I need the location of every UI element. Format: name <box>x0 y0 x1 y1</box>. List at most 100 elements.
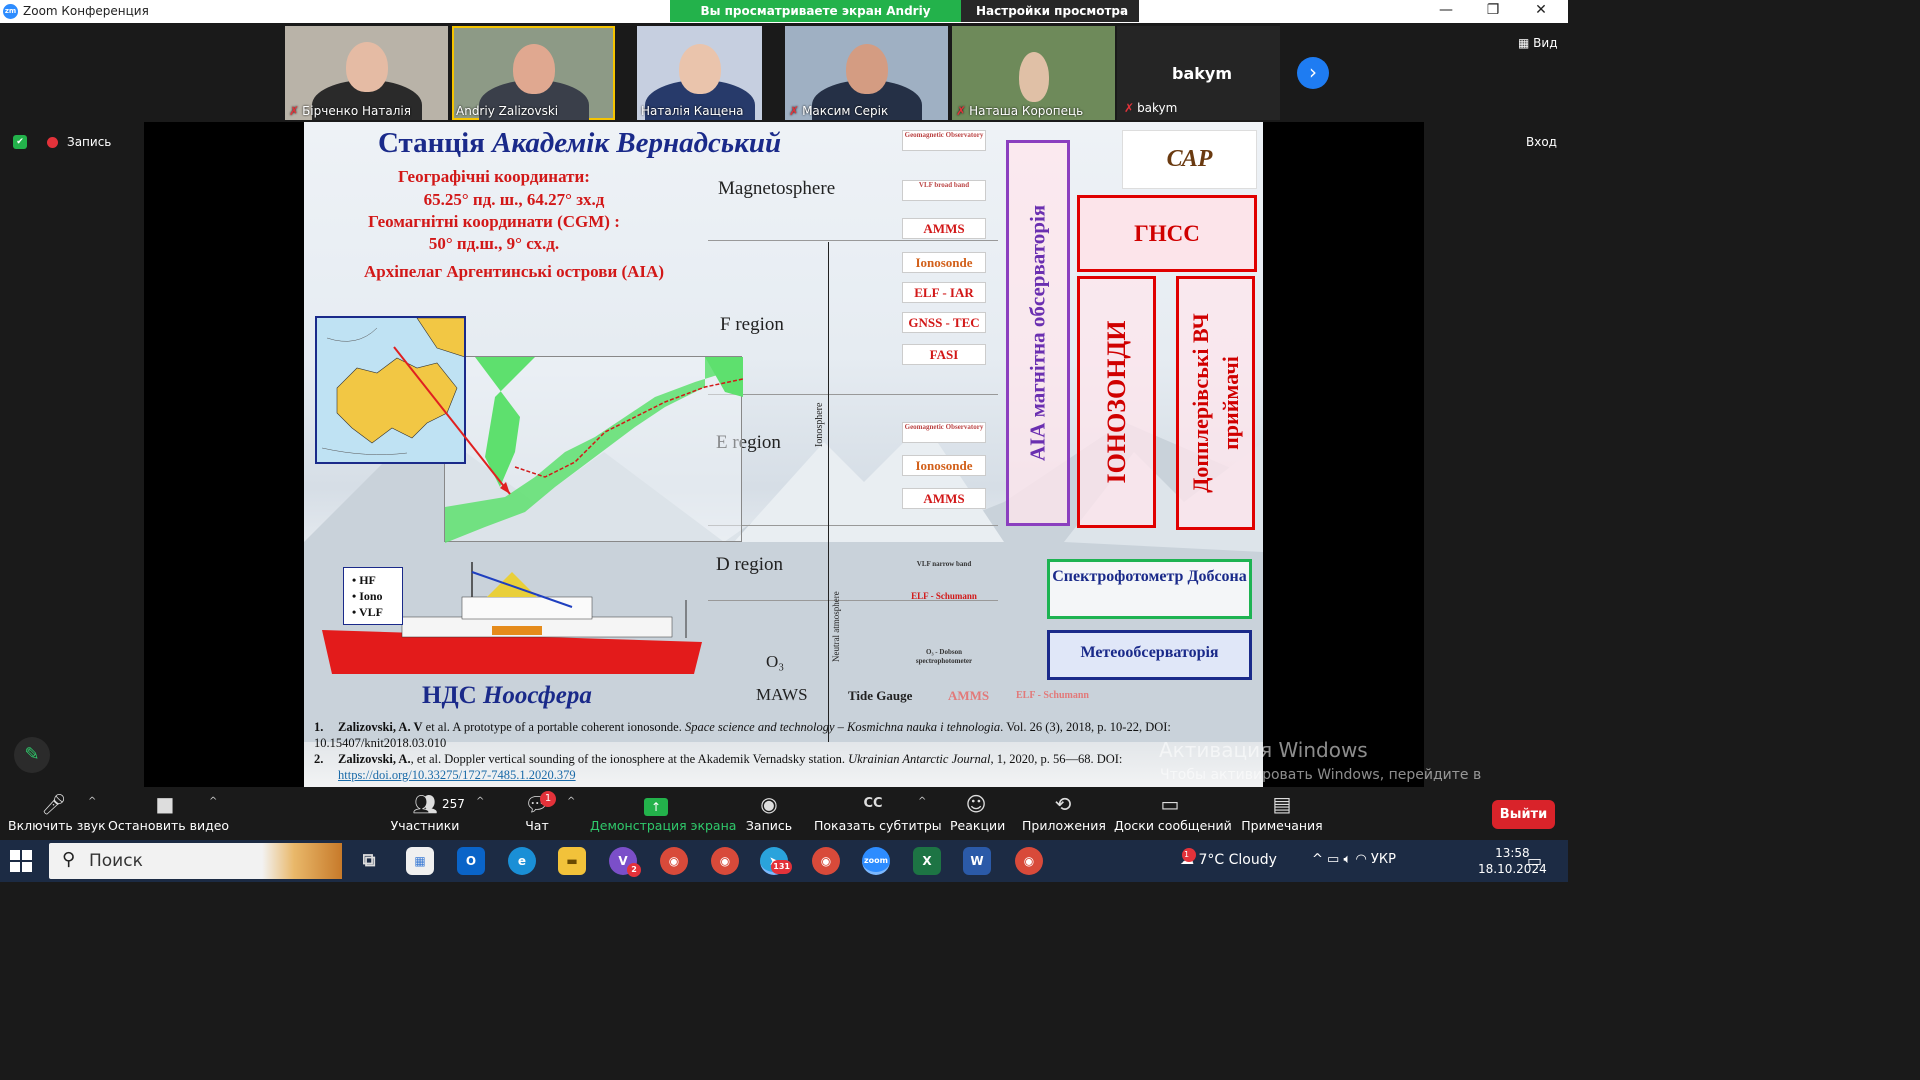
participant-name: ✗ Бірченко Наталія <box>289 104 411 118</box>
login-button[interactable]: Вход <box>1526 135 1557 149</box>
chrome-icon[interactable]: ◉ <box>1015 847 1043 875</box>
ship-instrument-iono: • Iono <box>352 589 383 603</box>
viber-badge: 2 <box>627 863 641 877</box>
viber-icon[interactable]: V2 <box>609 847 641 877</box>
window-title: Zoom Конференция <box>23 4 149 18</box>
reference-item: 2. Zalizovski, A., et al. Doppler vertica… <box>314 752 1123 782</box>
chrome-profile-icon[interactable]: ◉ <box>711 847 739 875</box>
windows-start-icon[interactable] <box>10 850 32 872</box>
meeting-toolbar: 🎤︎ Включить звук ^ ■ Остановить видео ^ 👥︎… <box>0 788 1568 840</box>
windows-taskbar: ⚲Поиск ⧉ ▦ O e ▬ V2 ◉ ◉ ➤131 ◉ zoom X W … <box>0 840 1568 882</box>
wifi-icon[interactable]: ◠ <box>1355 852 1366 867</box>
taskbar-search-box[interactable]: ⚲ Поиск <box>49 843 342 879</box>
camera-icon: ■ <box>155 792 175 816</box>
apps-icon: ⟲ <box>1054 792 1072 816</box>
window-titlebar: zm Zoom Конференция Вы просматриваете эк… <box>0 0 1568 40</box>
notes-button[interactable]: ▤ Примечания <box>1240 788 1324 840</box>
participant-name: ✗ Наташа Коропець <box>956 104 1084 118</box>
show-hidden-icons-icon[interactable]: ^ <box>1312 852 1323 867</box>
participant-tile-active-speaker[interactable]: Andriy Zalizovski <box>452 26 615 120</box>
mic-muted-icon: ✗ <box>789 104 800 118</box>
battery-icon[interactable]: ▭ <box>1327 852 1339 867</box>
participant-placeholder-name: bakym <box>1172 64 1232 83</box>
screen-share-banner: Вы просматриваете экран Andriy Zalizovsk… <box>670 0 961 40</box>
close-button[interactable]: ✕ <box>1526 2 1556 18</box>
telegram-icon[interactable]: ➤131 <box>760 847 792 875</box>
apps-button[interactable]: ⟲ Приложения <box>1022 788 1106 840</box>
file-explorer-icon[interactable]: ▬ <box>558 847 586 875</box>
view-button[interactable]: ▦ Вид <box>1518 36 1557 50</box>
references-list: 1. Zalizovski, A. V et al. A prototype of… <box>314 719 1244 783</box>
volume-icon[interactable]: 🔈︎ <box>1343 852 1351 867</box>
chrome-icon[interactable]: ◉ <box>812 847 840 875</box>
record-button[interactable]: ◉ Запись <box>744 788 794 840</box>
task-view-icon[interactable]: ⧉ <box>355 847 383 875</box>
annotate-pencil-icon[interactable]: ✎ <box>14 737 50 773</box>
leave-button[interactable]: Выйти <box>1492 800 1555 829</box>
participant-face <box>512 44 555 94</box>
excel-icon[interactable]: X <box>913 847 941 875</box>
whiteboard-icon: ▭ <box>1160 792 1180 816</box>
presentation-slide: Станція Академік Вернадський Географічні… <box>304 122 1263 787</box>
microsoft-store-icon[interactable]: ▦ <box>406 847 434 875</box>
cc-icon: CC <box>863 796 883 811</box>
zoom-app-icon: zm <box>3 4 18 19</box>
reactions-button[interactable]: ☺ Реакции <box>950 788 1005 840</box>
stop-video-button[interactable]: ■ Остановить видео <box>108 788 229 840</box>
recording-label: Запись <box>67 135 112 149</box>
minimize-button[interactable]: — <box>1431 2 1461 18</box>
participants-button[interactable]: 👥︎ Участники <box>388 788 462 840</box>
ship-instrument-vlf: • VLF <box>352 605 383 619</box>
captions-button[interactable]: CC Показать субтитры <box>814 788 942 840</box>
chevron-down-icon: ⌄ <box>1118 5 1127 16</box>
share-screen-button[interactable]: ↑ Демонстрация экрана <box>590 788 736 840</box>
word-icon[interactable]: W <box>963 847 991 875</box>
telegram-badge: 131 <box>771 860 792 874</box>
system-tray: ^ ▭ 🔈︎ ◠ УКР <box>1312 852 1396 867</box>
participant-tile[interactable]: ✗ Максим Серік <box>785 26 948 120</box>
participant-name: Andriy Zalizovski <box>456 104 559 118</box>
mic-muted-icon: ✗ <box>289 104 300 118</box>
reactions-icon: ☺ <box>965 792 987 816</box>
doi-link[interactable]: https://doi.org/10.33275/1727-7485.1.202… <box>338 768 576 782</box>
weather-widget[interactable]: ☁1 7°C Cloudy <box>1180 848 1277 868</box>
view-options-label: Настройки просмотра <box>976 4 1129 18</box>
zoom-taskbar-icon[interactable]: zoom <box>862 847 890 875</box>
windows-activation-title: Активация Windows <box>1159 738 1368 762</box>
mic-muted-icon: 🎤︎ <box>41 792 67 816</box>
notifications-icon[interactable]: ▭ <box>1527 851 1542 870</box>
security-shield-icon[interactable]: ✔ <box>13 135 27 149</box>
audio-options-caret[interactable]: ^ <box>88 796 96 807</box>
participant-tile[interactable]: ✗ Бірченко Наталія <box>285 26 448 120</box>
participant-face <box>1018 52 1049 102</box>
view-options-dropdown[interactable]: Настройки просмотра ⌄ <box>961 0 1139 22</box>
outlook-icon[interactable]: O <box>457 847 485 875</box>
video-options-caret[interactable]: ^ <box>209 796 217 807</box>
record-icon: ◉ <box>760 792 778 816</box>
edge-icon[interactable]: e <box>508 847 536 875</box>
mic-muted-icon: ✗ <box>1124 101 1135 115</box>
captions-options-caret[interactable]: ^ <box>918 796 926 807</box>
participants-count: 257 <box>442 797 465 811</box>
participant-face <box>345 42 388 92</box>
participant-tile[interactable]: Наталія Кащена <box>637 26 762 120</box>
whiteboards-button[interactable]: ▭ Доски сообщений <box>1114 788 1232 840</box>
participant-tile[interactable]: ✗ Наташа Коропець <box>952 26 1115 120</box>
cloud-icon: ☁1 <box>1180 848 1196 868</box>
chrome-icon[interactable]: ◉ <box>660 847 688 875</box>
search-icon: ⚲ <box>62 849 76 870</box>
participant-face <box>678 44 721 94</box>
search-highlight-image <box>262 843 342 879</box>
next-page-arrow-icon[interactable]: › <box>1297 57 1329 89</box>
participant-name: ✗ Максим Серік <box>789 104 889 118</box>
language-indicator[interactable]: УКР <box>1371 852 1396 867</box>
reference-item: 1. Zalizovski, A. V et al. A prototype of… <box>314 720 1171 750</box>
unmute-button[interactable]: 🎤︎ Включить звук <box>8 788 106 840</box>
chat-unread-badge: 1 <box>540 791 556 807</box>
participants-options-caret[interactable]: ^ <box>476 796 484 807</box>
participant-face <box>845 44 888 94</box>
participant-name: Наталія Кащена <box>641 104 744 118</box>
restore-button[interactable]: ❐ <box>1478 2 1508 18</box>
chat-options-caret[interactable]: ^ <box>567 796 575 807</box>
participant-name: ✗ bakym <box>1124 101 1178 115</box>
